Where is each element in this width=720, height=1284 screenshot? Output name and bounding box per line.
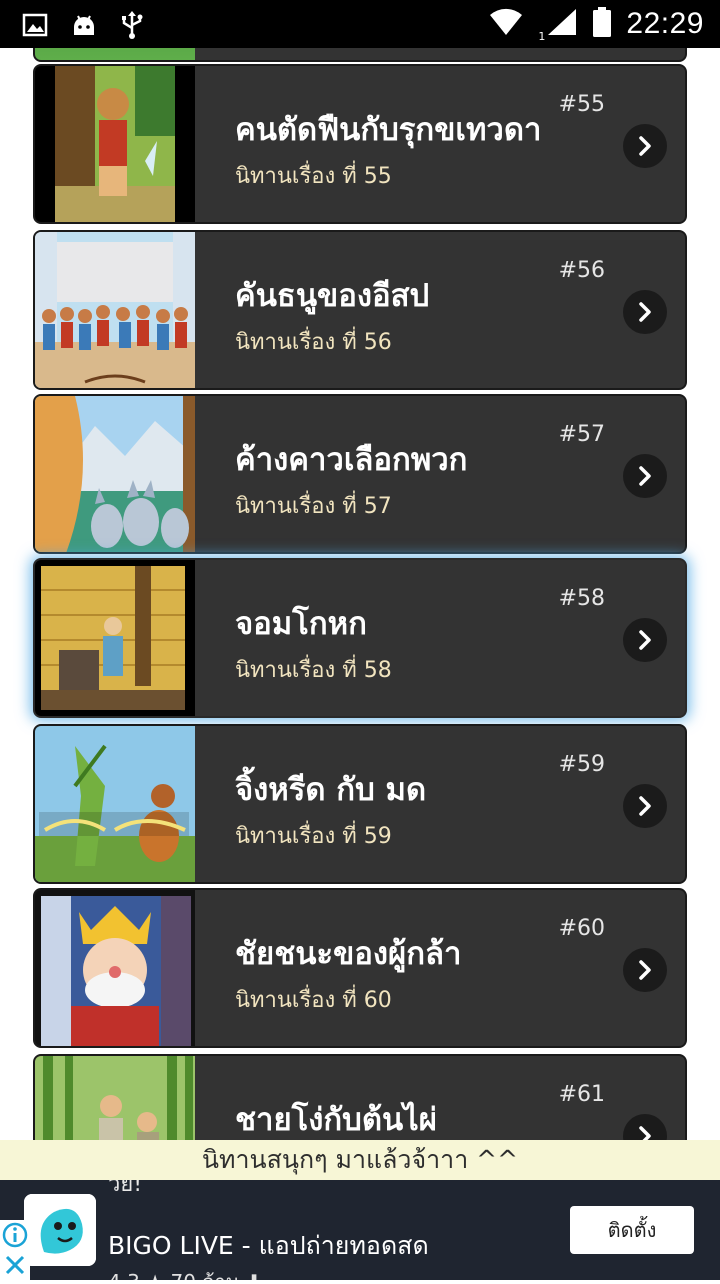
story-number: #61: [558, 1082, 605, 1107]
chevron-right-icon[interactable]: [623, 618, 667, 662]
signal-slot-label: 1: [538, 30, 546, 43]
bat-thumbnail: [35, 396, 195, 552]
story-subtitle: นิทานเรื่อง ที่ 60: [235, 988, 392, 1013]
wifi-icon: [488, 7, 524, 41]
bow-thumbnail: [35, 232, 195, 388]
usb-icon: [120, 10, 144, 44]
story-card-partial[interactable]: [33, 48, 687, 62]
story-card[interactable]: คันธนูของอีสป นิทานเรื่อง ที่ 56 #56: [33, 230, 687, 390]
battery-icon: [592, 6, 612, 42]
king-thumbnail: [35, 890, 195, 1046]
cricket-ant-thumbnail: [35, 726, 195, 882]
download-icon: ⬇: [246, 1270, 263, 1280]
story-subtitle: นิทานเรื่อง ที่ 58: [235, 658, 392, 683]
story-card-selected[interactable]: จอมโกหก นิทานเรื่อง ที่ 58 #58: [33, 558, 687, 718]
ad-peek-text: วย!: [108, 1180, 143, 1197]
chevron-right-icon[interactable]: [623, 454, 667, 498]
chevron-right-icon[interactable]: [623, 1114, 667, 1140]
story-card[interactable]: ชัยชนะของผู้กล้า นิทานเรื่อง ที่ 60 #60: [33, 888, 687, 1048]
chevron-right-icon[interactable]: [623, 784, 667, 828]
story-title: ชายโง่กับต้นไผ่: [235, 1102, 437, 1138]
ad-banner[interactable]: วย! BIGO LIVE - แอปถ่ายทอดสด 4.3 ★ 70 ล้…: [0, 1180, 720, 1280]
story-list[interactable]: คนตัดฟืนกับรุกขเทวดา นิทานเรื่อง ที่ 55 …: [0, 48, 720, 1140]
story-subtitle: นิทานเรื่อง ที่ 59: [235, 824, 392, 849]
image-icon: [22, 12, 48, 42]
ad-rating: 4.3 ★ 70 ล้าน ⬇: [108, 1266, 263, 1280]
story-card[interactable]: ชายโง่กับต้นไผ่ #61: [33, 1054, 687, 1140]
story-title: จิ้งหรีด กับ มด: [235, 772, 427, 808]
close-icon[interactable]: [0, 1250, 30, 1280]
bamboo-thumbnail: [35, 1056, 195, 1140]
status-bar: 1 22:29: [0, 0, 720, 48]
story-subtitle: นิทานเรื่อง ที่ 56: [235, 330, 392, 355]
story-number: #60: [558, 916, 605, 941]
chevron-right-icon[interactable]: [623, 290, 667, 334]
ad-downloads: 70 ล้าน: [170, 1270, 239, 1280]
story-title: คนตัดฟืนกับรุกขเทวดา: [235, 112, 542, 148]
star-icon: ★: [146, 1270, 164, 1280]
story-subtitle: นิทานเรื่อง ที่ 57: [235, 494, 392, 519]
story-card[interactable]: คนตัดฟืนกับรุกขเทวดา นิทานเรื่อง ที่ 55 …: [33, 64, 687, 224]
chevron-right-icon[interactable]: [623, 124, 667, 168]
chevron-right-icon[interactable]: [623, 948, 667, 992]
story-number: #55: [558, 92, 605, 117]
woodcutter-thumbnail: [35, 66, 195, 222]
story-card[interactable]: ค้างคาวเลือกพวก นิทานเรื่อง ที่ 57 #57: [33, 394, 687, 554]
install-button[interactable]: ติดตั้ง: [570, 1206, 694, 1254]
story-number: #58: [558, 586, 605, 611]
story-title: จอมโกหก: [235, 606, 367, 642]
story-number: #57: [558, 422, 605, 447]
liar-thumbnail: [35, 560, 195, 716]
story-title: ชัยชนะของผู้กล้า: [235, 936, 462, 972]
story-number: #59: [558, 752, 605, 777]
ad-rating-value: 4.3: [108, 1270, 140, 1280]
story-card[interactable]: จิ้งหรีด กับ มด นิทานเรื่อง ที่ 59 #59: [33, 724, 687, 884]
story-thumbnail: [35, 48, 195, 60]
android-icon: [70, 11, 98, 43]
story-title: ค้างคาวเลือกพวก: [235, 442, 468, 478]
clock: 22:29: [626, 7, 704, 40]
promo-banner: นิทานสนุกๆ มาแล้วจ้าาา ^^: [0, 1140, 720, 1180]
ad-title: BIGO LIVE - แอปถ่ายทอดสด: [108, 1231, 429, 1260]
story-subtitle: นิทานเรื่อง ที่ 55: [235, 164, 392, 189]
info-icon[interactable]: [0, 1220, 30, 1250]
bigo-live-icon[interactable]: [24, 1194, 96, 1266]
story-number: #56: [558, 258, 605, 283]
signal-icon: 1: [538, 7, 578, 43]
story-title: คันธนูของอีสป: [235, 278, 430, 314]
